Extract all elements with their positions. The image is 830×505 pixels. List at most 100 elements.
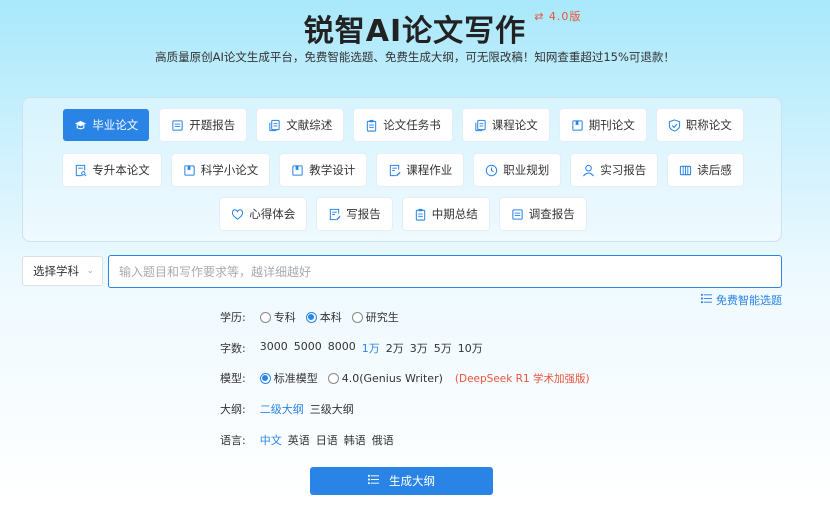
word-count-option[interactable]: 5万 — [434, 340, 452, 356]
clipboard-icon — [414, 208, 427, 221]
paper-type-实习报告[interactable]: 实习报告 — [571, 154, 658, 186]
paper-type-开题报告[interactable]: 开题报告 — [160, 109, 247, 141]
radio-circle-icon — [259, 311, 271, 323]
paper-type-心得体会[interactable]: 心得体会 — [220, 198, 307, 230]
list-icon — [368, 474, 379, 488]
model-label: 模型: — [220, 372, 246, 385]
outline-option[interactable]: 二级大纲 — [260, 401, 304, 417]
radio-circle-icon — [305, 311, 317, 323]
report-icon — [171, 119, 184, 132]
topic-input[interactable] — [108, 255, 782, 288]
paper-type-专升本论文[interactable]: 专升本论文 — [63, 154, 161, 186]
paper-type-期刊论文[interactable]: 期刊论文 — [559, 109, 646, 141]
paper-type-label: 文献综述 — [286, 118, 333, 132]
page-title-text: 锐智AI论文写作 — [303, 14, 527, 49]
model-radio-label: 4.0(Genius Writer) — [341, 371, 443, 385]
education-radio-label: 专科 — [273, 311, 296, 324]
paper-type-读后感[interactable]: 读后感 — [668, 154, 743, 186]
paper-type-课程论文[interactable]: 课程论文 — [462, 109, 549, 141]
model-radio[interactable]: 4.0(Genius Writer) — [327, 370, 443, 386]
paper-type-label: 课程作业 — [406, 163, 453, 177]
paper-type-label: 毕业论文 — [92, 118, 139, 132]
subject-select[interactable]: 选择学科 ⌄ — [22, 256, 103, 286]
paper-type-课程作业[interactable]: 课程作业 — [377, 154, 464, 186]
journal-icon — [571, 119, 584, 132]
radio-circle-icon — [259, 372, 271, 384]
education-radio[interactable]: 本科 — [305, 309, 342, 325]
education-radio[interactable]: 专科 — [259, 309, 296, 325]
paper-type-row-1: 毕业论文 开题报告 文献综述 论文任务书 课程论文 期刊论文 职称论文 — [23, 109, 783, 141]
word-count-option[interactable]: 2万 — [386, 340, 404, 356]
word-count-option[interactable]: 3000 — [260, 340, 288, 356]
paper-type-label: 开题报告 — [189, 118, 236, 132]
paper-type-label: 中期总结 — [431, 207, 478, 221]
paper-type-panel: 毕业论文 开题报告 文献综述 论文任务书 课程论文 期刊论文 职称论文 专升本论文 科学小论文… — [22, 97, 782, 242]
language-option[interactable]: 韩语 — [344, 432, 366, 448]
doc-edit-icon — [388, 164, 401, 177]
paper-type-label: 期刊论文 — [588, 118, 635, 132]
education-radio[interactable]: 研究生 — [351, 309, 399, 325]
journal-icon — [183, 164, 196, 177]
model-radio[interactable]: 标准模型 — [259, 370, 318, 386]
language-row: 语言: 中文 英语 日语 韩语 俄语 — [220, 432, 400, 448]
radio-circle-icon — [327, 372, 339, 384]
word-count-option[interactable]: 3万 — [410, 340, 428, 356]
generate-outline-button[interactable]: 生成大纲 — [310, 467, 493, 495]
documents-icon — [268, 119, 281, 132]
outline-option[interactable]: 三级大纲 — [310, 401, 354, 417]
journal-icon — [291, 164, 304, 177]
outline-label: 大纲: — [220, 403, 246, 416]
education-radio-label: 本科 — [319, 311, 342, 324]
paper-type-毕业论文[interactable]: 毕业论文 — [63, 109, 150, 141]
clock-icon — [485, 164, 498, 177]
paper-type-label: 职称论文 — [685, 118, 732, 132]
education-row: 学历: 专科 本科 研究生 — [220, 309, 409, 325]
title-area: 锐智AI论文写作 ⇄ 4.0版 — [0, 6, 830, 50]
paper-type-论文任务书[interactable]: 论文任务书 — [354, 109, 452, 141]
free-topic-link[interactable]: 免费智能选题 — [701, 292, 782, 308]
paper-type-职称论文[interactable]: 职称论文 — [656, 109, 743, 141]
paper-type-label: 专升本论文 — [92, 163, 150, 177]
version-badge[interactable]: ⇄ 4.0版 — [534, 8, 581, 24]
word-count-row: 字数: 3000 5000 8000 1万 2万 3万 5万 10万 — [220, 340, 489, 356]
page-subtitle: 高质量原创AI论文生成平台，免费智能选题、免费生成大纲，可无限改稿！知网查重超过… — [155, 50, 675, 64]
paper-type-row-3: 心得体会 写报告 中期总结 调查报告 — [23, 198, 783, 230]
language-option[interactable]: 中文 — [260, 432, 282, 448]
paper-type-label: 论文任务书 — [383, 118, 441, 132]
shield-icon — [668, 118, 681, 132]
doc-edit-icon — [328, 208, 341, 221]
subject-select-label: 选择学科 — [33, 264, 79, 278]
documents-icon — [474, 119, 487, 132]
model-note: (DeepSeek R1 学术加强版) — [454, 372, 590, 385]
word-count-option[interactable]: 5000 — [294, 340, 322, 356]
model-row: 模型: 标准模型 4.0(Genius Writer) (DeepSeek R1 … — [220, 370, 590, 386]
paper-type-职业规划[interactable]: 职业规划 — [474, 154, 561, 186]
paper-type-label: 教学设计 — [309, 163, 356, 177]
word-count-option[interactable]: 1万 — [362, 340, 380, 356]
word-count-option[interactable]: 10万 — [458, 340, 483, 356]
paper-type-文献综述[interactable]: 文献综述 — [257, 109, 344, 141]
doc-search-icon — [74, 164, 87, 177]
model-radio-label: 标准模型 — [273, 372, 318, 385]
paper-type-科学小论文[interactable]: 科学小论文 — [171, 154, 270, 186]
word-count-option[interactable]: 8000 — [328, 340, 356, 356]
language-option[interactable]: 日语 — [316, 432, 338, 448]
generate-outline-label: 生成大纲 — [389, 474, 435, 488]
book-icon — [679, 164, 692, 177]
report-icon — [511, 208, 524, 221]
paper-type-调查报告[interactable]: 调查报告 — [499, 198, 586, 230]
paper-type-写报告[interactable]: 写报告 — [317, 198, 392, 230]
free-topic-label: 免费智能选题 — [716, 294, 782, 307]
education-label: 学历: — [220, 311, 246, 324]
paper-type-教学设计[interactable]: 教学设计 — [280, 154, 367, 186]
paper-type-中期总结[interactable]: 中期总结 — [402, 198, 489, 230]
list-icon — [701, 293, 712, 307]
language-option[interactable]: 俄语 — [372, 432, 394, 448]
language-option[interactable]: 英语 — [288, 432, 310, 448]
paper-type-label: 职业规划 — [503, 163, 550, 177]
graduation-cap-icon — [74, 119, 87, 132]
paper-type-label: 课程论文 — [491, 118, 538, 132]
word-count-label: 字数: — [220, 342, 246, 355]
paper-type-row-2: 专升本论文 科学小论文 教学设计 课程作业 职业规划 实习报告 读后感 — [23, 154, 783, 186]
education-radio-label: 研究生 — [365, 311, 399, 324]
